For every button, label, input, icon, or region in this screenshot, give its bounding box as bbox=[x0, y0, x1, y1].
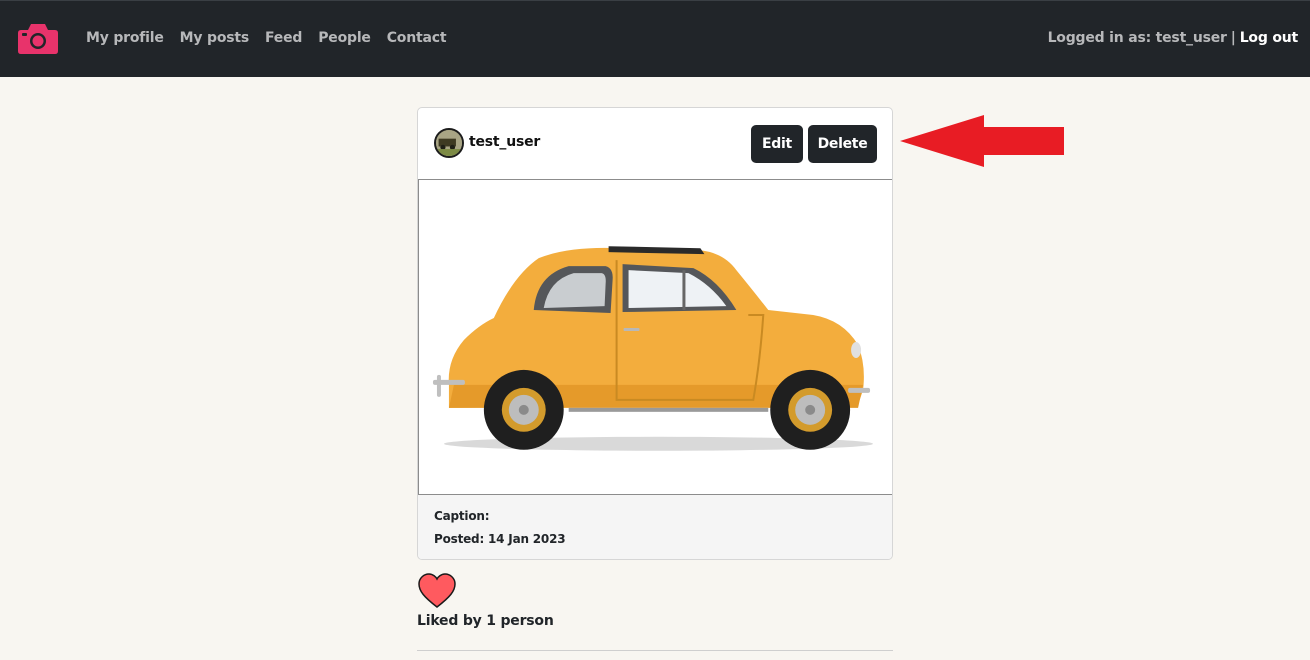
nav-people[interactable]: People bbox=[318, 30, 371, 46]
avatar-image-icon bbox=[436, 130, 462, 156]
heart-like-icon[interactable] bbox=[418, 573, 456, 609]
post-header: test_user Edit Delete bbox=[418, 108, 892, 179]
logout-link[interactable]: Log out bbox=[1240, 30, 1299, 46]
yellow-car-image bbox=[419, 180, 892, 494]
nav-contact[interactable]: Contact bbox=[387, 30, 447, 46]
camera-logo-icon[interactable] bbox=[17, 21, 59, 55]
divider bbox=[417, 650, 893, 651]
arrow-left-icon bbox=[900, 115, 1064, 167]
navbar: My profile My posts Feed People Contact … bbox=[0, 0, 1310, 77]
edit-button[interactable]: Edit bbox=[751, 125, 803, 163]
avatar[interactable] bbox=[434, 128, 464, 158]
nav-links: My profile My posts Feed People Contact bbox=[86, 30, 462, 46]
nav-feed[interactable]: Feed bbox=[265, 30, 302, 46]
post-date: Posted: 14 Jan 2023 bbox=[434, 532, 566, 546]
delete-button[interactable]: Delete bbox=[808, 125, 877, 163]
logged-in-label: Logged in as: test_user bbox=[1047, 30, 1227, 46]
liked-by-count: Liked by 1 person bbox=[417, 613, 554, 629]
post-card: test_user Edit Delete Caption: Posted: 1… bbox=[417, 107, 893, 560]
post-image bbox=[418, 179, 892, 495]
post-caption: Caption: bbox=[434, 509, 490, 523]
post-footer: Caption: Posted: 14 Jan 2023 bbox=[418, 495, 892, 559]
nav-separator: | bbox=[1230, 30, 1236, 46]
post-username[interactable]: test_user bbox=[469, 134, 540, 150]
nav-my-posts[interactable]: My posts bbox=[180, 30, 250, 46]
user-status: Logged in as: test_user | Log out bbox=[1047, 30, 1299, 46]
nav-my-profile[interactable]: My profile bbox=[86, 30, 164, 46]
